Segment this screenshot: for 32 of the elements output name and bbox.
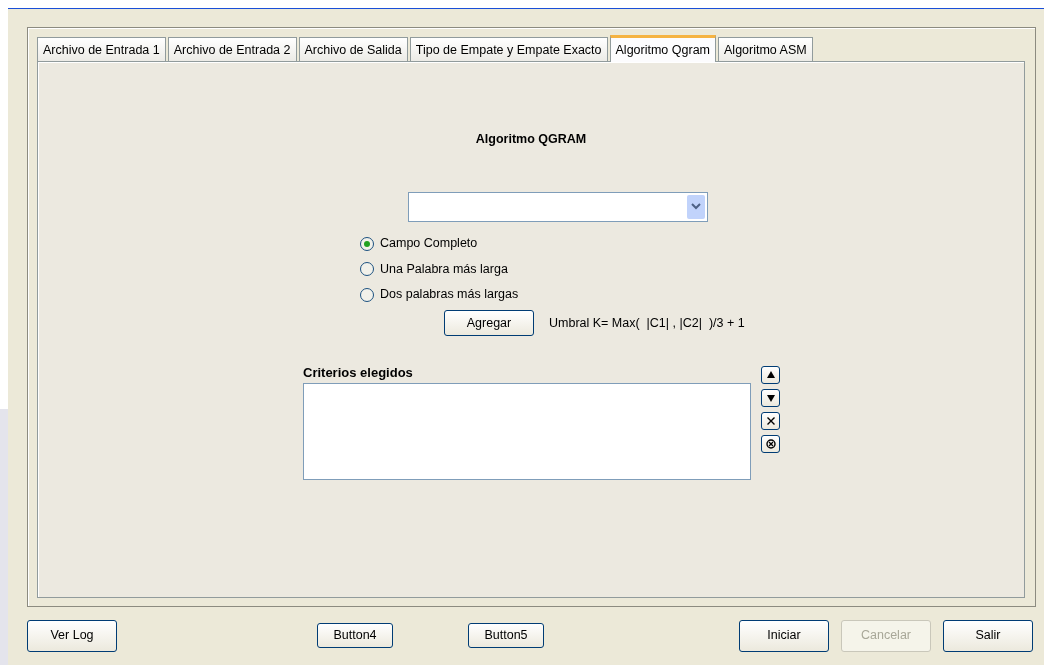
formula-label: Umbral K= Max( |C1| , |C2| )/3 + 1 bbox=[549, 314, 745, 332]
move-up-button[interactable] bbox=[761, 365, 780, 384]
tab[interactable]: Archivo de Entrada 1 bbox=[37, 37, 166, 61]
tab[interactable]: Algoritmo Qgram bbox=[609, 35, 716, 62]
close-icon bbox=[765, 415, 776, 426]
radio-button[interactable] bbox=[360, 262, 374, 276]
tab[interactable]: Algoritmo ASM bbox=[718, 37, 813, 61]
clear-button[interactable] bbox=[761, 434, 780, 453]
remove-button[interactable] bbox=[761, 411, 780, 430]
move-down-button[interactable] bbox=[761, 388, 780, 407]
button[interactable]: Ver Log bbox=[27, 619, 117, 652]
panel-title: Algoritmo QGRAM bbox=[474, 131, 588, 148]
circle-x-icon bbox=[765, 438, 776, 449]
button[interactable]: Button4 bbox=[317, 623, 393, 648]
button[interactable]: Iniciar bbox=[739, 619, 829, 652]
radio-label[interactable]: Una Palabra más larga bbox=[380, 259, 508, 279]
button[interactable]: Salir bbox=[943, 619, 1033, 652]
tab[interactable]: Tipo de Empate y Empate Exacto bbox=[409, 37, 608, 61]
tab[interactable]: Archivo de Entrada 2 bbox=[167, 37, 297, 61]
radio-label[interactable]: Dos palabras más largas bbox=[380, 285, 519, 304]
button[interactable]: Button5 bbox=[468, 623, 544, 648]
down-triangle-icon bbox=[765, 392, 776, 403]
chevron-icon bbox=[691, 203, 701, 211]
dropdown[interactable] bbox=[408, 191, 708, 222]
tab[interactable]: Archivo de Salida bbox=[298, 37, 408, 61]
radio-button[interactable] bbox=[360, 236, 374, 251]
list-label: Criterios elegidos bbox=[303, 364, 413, 383]
up-triangle-icon bbox=[765, 369, 776, 380]
criteria-listbox[interactable] bbox=[303, 382, 751, 480]
radio-label[interactable]: Campo Completo bbox=[380, 234, 478, 253]
radio-button[interactable] bbox=[360, 287, 374, 302]
add-button[interactable]: Agregar bbox=[444, 310, 534, 337]
